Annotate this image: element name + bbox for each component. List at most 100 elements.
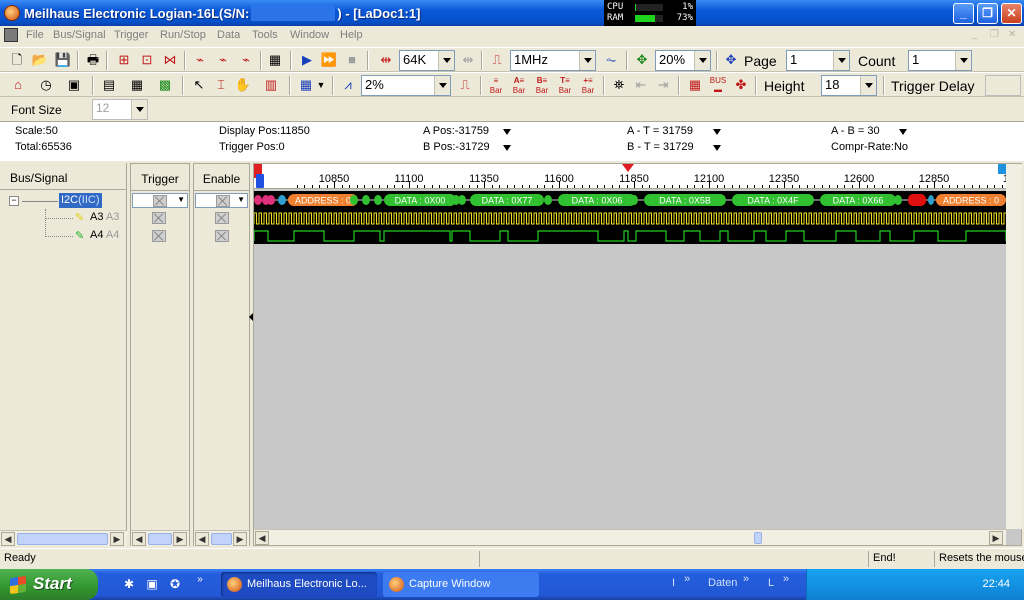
new-file-icon[interactable]: 🗋 bbox=[8, 51, 26, 69]
scroll-thumb[interactable] bbox=[754, 532, 762, 544]
scroll-left-icon[interactable]: ◀ bbox=[1, 532, 15, 546]
quicklaunch-app-icon[interactable]: ✪ bbox=[168, 577, 182, 591]
b-t-dropdown-icon[interactable] bbox=[713, 145, 721, 151]
enable-scrollbar[interactable]: ◀ ▶ bbox=[194, 530, 249, 546]
trigger-position-select[interactable]: 20% bbox=[655, 50, 711, 71]
window-tool-icon[interactable]: ▣ bbox=[65, 76, 83, 94]
a-b-dropdown-icon[interactable] bbox=[899, 129, 907, 135]
pointer-icon[interactable]: ↖ bbox=[190, 76, 208, 94]
clock-icon[interactable]: ◷ bbox=[37, 76, 55, 94]
signal-i2c[interactable]: I2C(IIC) bbox=[59, 193, 102, 208]
maximize-button[interactable]: ❐ bbox=[977, 3, 998, 24]
signal-tool-3-icon[interactable]: ⌁ bbox=[237, 51, 255, 69]
scroll-left-icon[interactable]: ◀ bbox=[255, 531, 269, 545]
sample-rate-select[interactable]: 1MHz bbox=[510, 50, 596, 71]
app-icon[interactable] bbox=[4, 5, 20, 21]
search-binoculars-icon[interactable]: ⛯ bbox=[610, 76, 628, 94]
bar-tool-4-icon[interactable]: T≡ Bar bbox=[556, 76, 574, 95]
menu-trigger[interactable]: Trigger bbox=[114, 29, 148, 41]
close-button[interactable]: ✕ bbox=[1001, 3, 1022, 24]
menu-data[interactable]: Data bbox=[217, 29, 240, 41]
scroll-thumb[interactable] bbox=[17, 533, 108, 545]
toolbar-band-1[interactable]: I bbox=[672, 577, 675, 589]
start-button[interactable]: Start bbox=[0, 569, 98, 600]
mdi-restore-icon[interactable]: ❐ bbox=[990, 29, 999, 40]
b-pos-dropdown-icon[interactable] bbox=[503, 145, 511, 151]
signal-tool-2-icon[interactable]: ⌁ bbox=[214, 51, 232, 69]
memory-tool-icon[interactable]: ⇹ bbox=[459, 51, 477, 69]
menu-window[interactable]: Window bbox=[290, 29, 329, 41]
scroll-right-icon[interactable]: ▶ bbox=[173, 532, 187, 546]
display-mode-icon[interactable]: ▦ bbox=[297, 76, 315, 94]
count-select[interactable]: 1 bbox=[908, 50, 972, 71]
a-pos-dropdown-icon[interactable] bbox=[503, 129, 511, 135]
search-prev-icon[interactable]: ⇤ bbox=[632, 76, 650, 94]
menu-file[interactable]: File bbox=[26, 29, 44, 41]
bar-tool-1-icon[interactable]: ≡ Bar bbox=[487, 76, 505, 95]
zoom-select[interactable]: 2% bbox=[361, 75, 451, 96]
save-icon[interactable]: 💾 bbox=[54, 51, 72, 69]
scroll-thumb[interactable] bbox=[148, 533, 172, 545]
minimize-button[interactable]: _ bbox=[953, 3, 974, 24]
quicklaunch-more-icon[interactable]: » bbox=[193, 573, 207, 587]
grid-tool-2-icon[interactable]: ▦ bbox=[128, 76, 146, 94]
signal-waveforms[interactable]: ADDRESS : 0 DATA : 0X00 DATA : 0X77 DATA : … bbox=[254, 191, 1006, 244]
grid-tool-1-icon[interactable]: ▤ bbox=[100, 76, 118, 94]
bar-tool-5-icon[interactable]: +≡ Bar bbox=[579, 76, 597, 95]
toolbar-band-l[interactable]: L bbox=[768, 577, 774, 589]
print-icon[interactable]: 🖶 bbox=[84, 51, 102, 69]
signal-property-icon[interactable]: ✤ bbox=[732, 76, 750, 94]
collapse-icon[interactable]: − bbox=[9, 196, 19, 206]
clock-time[interactable]: 22:44 bbox=[982, 578, 1010, 590]
open-folder-icon[interactable]: 📂 bbox=[31, 51, 49, 69]
menu-run-stop[interactable]: Run/Stop bbox=[160, 29, 206, 41]
document-icon[interactable] bbox=[4, 28, 18, 42]
vertical-scrollbar[interactable] bbox=[1006, 164, 1022, 529]
band-chevron-icon[interactable]: » bbox=[743, 573, 749, 585]
mdi-close-icon[interactable]: ✕ bbox=[1008, 29, 1016, 40]
signal-a3[interactable]: A3 A3 bbox=[90, 211, 119, 223]
sample-tool-icon[interactable]: ⏦ bbox=[602, 51, 620, 69]
quicklaunch-picture-icon[interactable]: ▣ bbox=[145, 577, 159, 591]
trigger-a3-cell[interactable] bbox=[152, 212, 166, 224]
enable-bus-select[interactable]: ▼ bbox=[195, 193, 248, 208]
a-t-dropdown-icon[interactable] bbox=[713, 129, 721, 135]
trigger-a4-cell[interactable] bbox=[152, 230, 166, 242]
cursor-select-icon[interactable]: ⌶ bbox=[212, 76, 230, 94]
scroll-right-icon[interactable]: ▶ bbox=[233, 532, 247, 546]
hand-pan-icon[interactable]: ✋ bbox=[234, 76, 252, 94]
cursor-b-marker[interactable] bbox=[256, 174, 264, 188]
zoom-tool-icon[interactable]: ⎍ bbox=[456, 76, 474, 94]
home-icon[interactable]: ⌂ bbox=[9, 76, 27, 94]
trigger-marker[interactable] bbox=[622, 164, 634, 172]
waveform-tool-1-icon[interactable]: ⊞ bbox=[115, 51, 133, 69]
mdi-minimize-icon[interactable]: _ bbox=[972, 29, 978, 40]
memory-depth-select[interactable]: 64K bbox=[399, 50, 455, 71]
band-chevron-icon[interactable]: » bbox=[684, 573, 690, 585]
waveform-tool-3-icon[interactable]: ⋈ bbox=[161, 51, 179, 69]
menu-bus-signal[interactable]: Bus/Signal bbox=[53, 29, 106, 41]
bar-tool-3-icon[interactable]: B≡ Bar bbox=[533, 76, 551, 95]
font-size-select[interactable]: 12 bbox=[92, 99, 148, 120]
device-icon[interactable]: ▦ bbox=[266, 51, 284, 69]
scroll-left-icon[interactable]: ◀ bbox=[195, 532, 209, 546]
enable-a4-cell[interactable] bbox=[215, 230, 229, 242]
bar-tool-2-icon[interactable]: A≡ Bar bbox=[510, 76, 528, 95]
signal-a4[interactable]: A4 A4 bbox=[90, 229, 119, 241]
bus-tool-icon[interactable]: BUS ▬ bbox=[709, 76, 727, 94]
bus-signal-scrollbar[interactable]: ◀ ▶ bbox=[0, 530, 127, 546]
trigger-bus-select[interactable]: ▼ bbox=[132, 193, 188, 208]
task-meilhaus[interactable]: Meilhaus Electronic Lo... bbox=[221, 572, 377, 597]
enable-a3-cell[interactable] bbox=[215, 212, 229, 224]
search-next-icon[interactable]: ⇥ bbox=[654, 76, 672, 94]
quicklaunch-bug-icon[interactable]: ✱ bbox=[122, 577, 136, 591]
run-icon[interactable]: ▶ bbox=[298, 51, 316, 69]
scroll-right-icon[interactable]: ▶ bbox=[989, 531, 1003, 545]
stop-icon[interactable]: ■ bbox=[343, 51, 361, 69]
trigger-scrollbar[interactable]: ◀ ▶ bbox=[131, 530, 189, 546]
run-continuous-icon[interactable]: ⏩ bbox=[320, 51, 338, 69]
scroll-right-icon[interactable]: ▶ bbox=[110, 532, 124, 546]
waveform-canvas[interactable]: ADDRESS : 0 DATA : 0X00 DATA : 0X77 DATA : … bbox=[254, 191, 1006, 244]
calculator-icon[interactable]: ▦ bbox=[686, 76, 704, 94]
time-ruler[interactable]: 10850 11100 11350 11600 11850 12100 12350 12600… bbox=[254, 164, 1006, 189]
